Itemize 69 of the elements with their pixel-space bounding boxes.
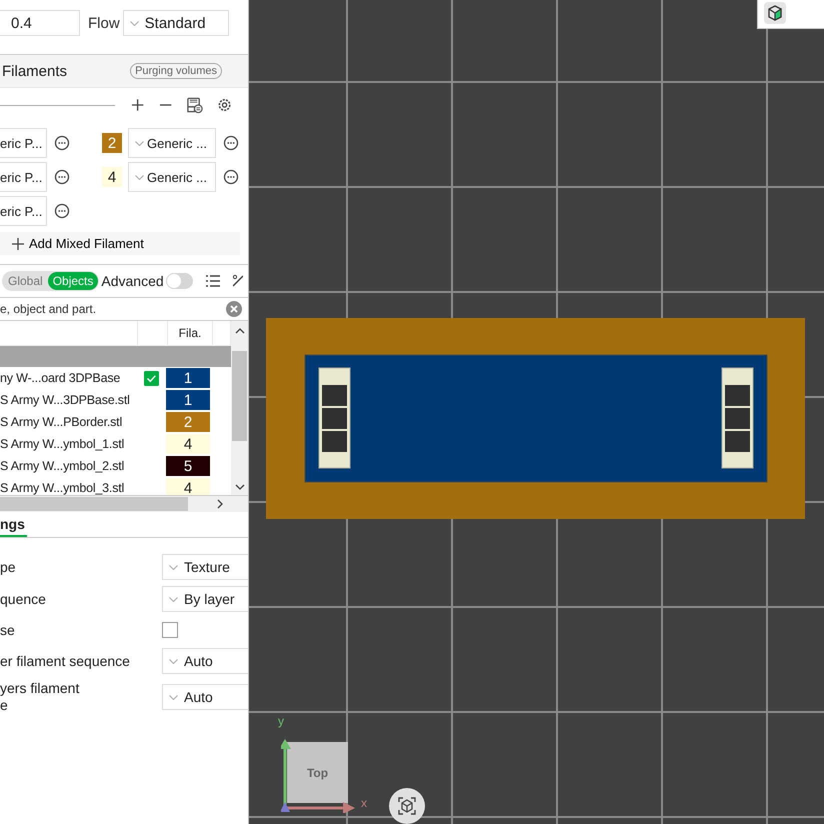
chevron-icon (169, 658, 178, 664)
chevron-icon (135, 174, 144, 180)
filament-dropdown[interactable]: Generic ... (128, 162, 216, 192)
filaments-title: Filaments (1, 62, 68, 80)
chevron-icon (130, 20, 139, 26)
purging-volumes-button[interactable]: Purging volumes (130, 63, 222, 79)
add-icon[interactable] (131, 98, 145, 112)
setting-label: se (0, 622, 16, 638)
scrollbar[interactable] (0, 496, 248, 512)
settings-icon[interactable] (216, 97, 232, 113)
scroll-down-icon[interactable] (234, 483, 244, 491)
chevron-icon (169, 694, 178, 700)
more-icon[interactable] (223, 135, 239, 151)
checkbox[interactable] (144, 370, 159, 386)
checkbox[interactable] (162, 622, 178, 638)
flow-dropdown[interactable]: Standard (122, 10, 229, 36)
filament-swatch[interactable]: 1 (166, 390, 210, 410)
advanced-toggle[interactable] (166, 273, 193, 289)
setting-label: pe (0, 558, 17, 576)
filament-swatch[interactable]: 5 (166, 456, 210, 476)
more-icon[interactable] (54, 135, 70, 151)
clear-icon[interactable] (226, 301, 242, 317)
x-axis-label: x (361, 796, 367, 810)
more-icon[interactable] (54, 203, 70, 219)
camera-icon[interactable] (389, 788, 425, 824)
percent-icon[interactable] (232, 274, 243, 288)
setting-label: quence (0, 590, 47, 608)
part-name[interactable]: S Army W...PBorder.stl (0, 415, 122, 429)
setting-label: er filament sequence (0, 652, 131, 670)
setting-dropdown[interactable]: Auto (162, 648, 248, 674)
filament-swatch[interactable]: 1 (166, 368, 210, 388)
chevron-icon (169, 596, 178, 602)
part-name[interactable]: S Army W...ymbol_1.stl (0, 437, 124, 451)
part-name[interactable]: S Army W...ymbol_2.stl (0, 459, 124, 473)
filament-dropdown[interactable]: eric P... (0, 128, 47, 158)
nozzle-dropdown[interactable]: 0.4 (0, 10, 80, 36)
setting-label: yers filament e (0, 680, 80, 714)
settings-tab[interactable]: ngs (0, 516, 27, 537)
scroll-up-icon[interactable] (234, 327, 244, 335)
setting-dropdown[interactable]: Texture (162, 554, 248, 580)
list-icon[interactable] (204, 274, 221, 288)
chevron-icon (135, 140, 144, 146)
part-name[interactable]: S Army W...3DPBase.stl (0, 393, 130, 407)
filament-swatch[interactable]: 2 (102, 133, 122, 153)
add-icon (12, 238, 24, 250)
filament-dropdown[interactable]: eric P... (0, 162, 47, 192)
cube-icon[interactable] (764, 2, 786, 24)
add-mixed-filament-button[interactable]: Add Mixed Filament (0, 232, 240, 255)
scroll-right-icon[interactable] (216, 499, 224, 509)
flow-label: Flow (88, 14, 120, 32)
chevron-icon (169, 564, 178, 570)
object-name[interactable]: ny W-...oard 3DPBase (0, 371, 120, 385)
filament-dropdown[interactable]: Generic ... (128, 128, 216, 158)
filament-swatch[interactable]: 4 (102, 167, 122, 187)
printer-sync-icon[interactable] (186, 96, 203, 114)
y-axis-label: y (278, 714, 284, 728)
setting-dropdown[interactable]: By layer (162, 586, 248, 612)
more-icon[interactable] (54, 169, 70, 185)
search-field[interactable]: e, object and part. (0, 301, 226, 317)
filament-dropdown[interactable]: eric P... (0, 196, 47, 226)
filament-swatch[interactable]: 2 (166, 412, 210, 432)
part-name[interactable]: S Army W...ymbol_3.stl (0, 481, 124, 495)
advanced-label: Advanced (101, 273, 164, 289)
scrollbar[interactable] (231, 321, 248, 495)
filament-swatch[interactable]: 4 (166, 478, 210, 495)
filament-swatch[interactable]: 4 (166, 434, 210, 454)
setting-dropdown[interactable]: Auto (162, 684, 248, 710)
column-header: Fila. (168, 321, 213, 345)
more-icon[interactable] (223, 169, 239, 185)
